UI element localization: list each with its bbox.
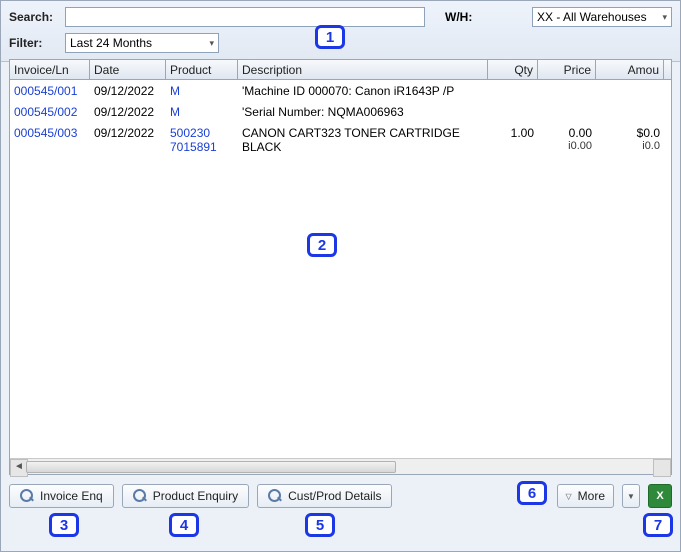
- search-icon: [133, 489, 147, 503]
- filter-value: Last 24 Months: [70, 36, 152, 50]
- excel-icon: X: [656, 490, 663, 502]
- col-product[interactable]: Product: [166, 60, 238, 79]
- cell-product[interactable]: 500230 7015891: [166, 126, 238, 154]
- cell-desc: CANON CART323 TONER CARTRIDGE BLACK: [238, 126, 488, 154]
- warehouse-select[interactable]: XX - All Warehouses ▾: [532, 7, 672, 27]
- col-date[interactable]: Date: [90, 60, 166, 79]
- table-row[interactable]: 000545/002 09/12/2022 M 'Serial Number: …: [10, 101, 671, 122]
- cell-qty: [488, 105, 538, 119]
- action-bar: Invoice Enq Product Enquiry Cust/Prod De…: [9, 481, 672, 511]
- cell-price: [538, 105, 596, 119]
- cell-date: 09/12/2022: [90, 126, 166, 154]
- cell-amount: $0.0 i0.0: [596, 126, 664, 154]
- cell-date: 09/12/2022: [90, 84, 166, 98]
- cust-prod-details-button[interactable]: Cust/Prod Details: [257, 484, 392, 508]
- cell-product[interactable]: M: [166, 105, 238, 119]
- product-enquiry-label: Product Enquiry: [153, 489, 238, 503]
- cell-product-line1: 500230: [170, 126, 234, 140]
- table-row[interactable]: 000545/003 09/12/2022 500230 7015891 CAN…: [10, 122, 671, 157]
- grid-header: Invoice/Ln Date Product Description Qty …: [10, 60, 671, 80]
- cell-desc: 'Machine ID 000070: Canon iR1643P /P: [238, 84, 488, 98]
- search-icon: [20, 489, 34, 503]
- table-row[interactable]: 000545/001 09/12/2022 M 'Machine ID 0000…: [10, 80, 671, 101]
- filter-bar: Search: W/H: XX - All Warehouses ▾ Filte…: [1, 1, 680, 62]
- cell-amount: [596, 84, 664, 98]
- results-grid: Invoice/Ln Date Product Description Qty …: [9, 59, 672, 475]
- warehouse-value: XX - All Warehouses: [537, 10, 647, 24]
- cell-desc-line1: CANON CART323 TONER CARTRIDGE: [242, 126, 484, 140]
- filter-label: Filter:: [9, 36, 57, 50]
- caret-down-icon: ▼: [627, 492, 635, 501]
- more-dropdown-button[interactable]: ▼: [622, 484, 640, 508]
- product-enquiry-button[interactable]: Product Enquiry: [122, 484, 249, 508]
- callout-3: 3: [49, 513, 79, 537]
- chevron-down-icon: ▾: [209, 38, 214, 49]
- filter-select[interactable]: Last 24 Months ▾: [65, 33, 219, 53]
- cust-prod-label: Cust/Prod Details: [288, 489, 381, 503]
- cell-invoice[interactable]: 000545/001: [10, 84, 90, 98]
- scroll-right-icon[interactable]: ►: [657, 461, 667, 472]
- col-qty[interactable]: Qty: [488, 60, 538, 79]
- scrollbar-thumb[interactable]: [26, 461, 396, 473]
- col-invoice[interactable]: Invoice/Ln: [10, 60, 90, 79]
- cell-price-line2: i0.00: [542, 140, 592, 152]
- col-price[interactable]: Price: [538, 60, 596, 79]
- search-input[interactable]: [65, 7, 425, 27]
- cell-invoice[interactable]: 000545/002: [10, 105, 90, 119]
- chevron-down-icon: ▾: [662, 12, 667, 23]
- horizontal-scrollbar[interactable]: ◄ ►: [10, 458, 671, 474]
- cell-amount-line2: i0.0: [600, 140, 660, 152]
- grid-body[interactable]: 000545/001 09/12/2022 M 'Machine ID 0000…: [10, 80, 671, 458]
- col-amount[interactable]: Amou: [596, 60, 664, 79]
- invoice-enq-label: Invoice Enq: [40, 489, 103, 503]
- col-description[interactable]: Description: [238, 60, 488, 79]
- warehouse-label: W/H:: [445, 10, 485, 24]
- cell-desc: 'Serial Number: NQMA006963: [238, 105, 488, 119]
- cell-price: [538, 84, 596, 98]
- search-label: Search:: [9, 10, 57, 24]
- cell-amount: [596, 105, 664, 119]
- more-label: More: [578, 489, 605, 503]
- callout-7: 7: [643, 513, 673, 537]
- cell-desc-line2: BLACK: [242, 140, 484, 154]
- callout-5: 5: [305, 513, 335, 537]
- cell-invoice[interactable]: 000545/003: [10, 126, 90, 154]
- cell-product[interactable]: M: [166, 84, 238, 98]
- search-icon: [268, 489, 282, 503]
- invoice-enq-button[interactable]: Invoice Enq: [9, 484, 114, 508]
- cell-price-line1: 0.00: [542, 126, 592, 140]
- more-button[interactable]: ▽ More: [557, 484, 615, 508]
- export-excel-button[interactable]: X: [648, 484, 672, 508]
- cell-date: 09/12/2022: [90, 105, 166, 119]
- chevron-down-icon: ▽: [566, 492, 572, 501]
- cell-amount-line1: $0.0: [600, 126, 660, 140]
- scroll-left-icon[interactable]: ◄: [14, 461, 24, 472]
- cell-price: 0.00 i0.00: [538, 126, 596, 154]
- callout-4: 4: [169, 513, 199, 537]
- cell-qty: [488, 84, 538, 98]
- cell-product-line2: 7015891: [170, 140, 234, 154]
- cell-qty: 1.00: [488, 126, 538, 154]
